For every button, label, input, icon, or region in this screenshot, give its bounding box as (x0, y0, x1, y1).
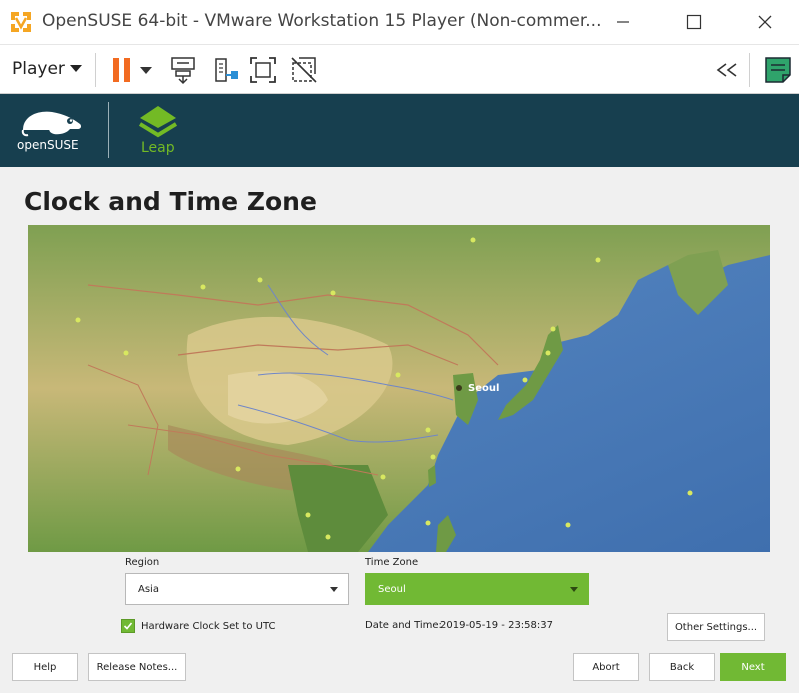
hardware-clock-utc-checkbox[interactable] (121, 619, 135, 633)
hardware-clock-utc-label[interactable]: Hardware Clock Set to UTC (141, 621, 275, 632)
date-time-label: Date and Time: (365, 620, 442, 631)
maximize-icon (686, 14, 702, 30)
leap-wordmark: Leap (141, 140, 175, 156)
page-title: Clock and Time Zone (24, 187, 317, 216)
help-button[interactable]: Help (12, 653, 78, 681)
region-select[interactable]: Asia (125, 573, 349, 605)
toolbar-divider (749, 53, 750, 87)
checkmark-icon (123, 622, 133, 630)
collapse-library-chevron-double-left-icon[interactable] (712, 55, 742, 85)
installer-header: openSUSE Leap (0, 94, 799, 167)
chevron-down-icon (330, 587, 338, 592)
next-button[interactable]: Next (720, 653, 786, 681)
world-map-graphic: Seoul (28, 225, 770, 552)
timezone-map[interactable]: Seoul (28, 225, 770, 552)
region-select-value: Asia (138, 583, 159, 595)
player-menu-label[interactable]: Player (12, 59, 65, 79)
send-ctrl-alt-del-icon[interactable] (168, 55, 198, 85)
unity-mode-icon[interactable] (289, 55, 319, 85)
minimize-button[interactable] (608, 8, 638, 36)
chevron-down-icon (570, 587, 578, 592)
opensuse-chameleon-logo-icon (21, 111, 82, 137)
player-menu-chevron-down-icon[interactable] (70, 65, 82, 72)
timezone-label: Time Zone (365, 557, 419, 568)
removable-devices-icon[interactable] (212, 55, 242, 85)
region-label: Region (125, 557, 160, 568)
timezone-select[interactable]: Seoul (365, 573, 589, 605)
window-titlebar: OpenSUSE 64-bit - VMware Workstation 15 … (0, 0, 799, 44)
header-divider (108, 102, 109, 158)
vmware-toolbar: Player (0, 44, 799, 94)
back-button[interactable]: Back (649, 653, 715, 681)
maximize-button[interactable] (679, 8, 709, 36)
date-time-value: 2019-05-19 - 23:58:37 (440, 620, 553, 631)
installer-content: Clock and Time Zone Seoul Region Asia Ti… (0, 167, 799, 693)
timezone-select-value: Seoul (378, 583, 406, 595)
close-button[interactable] (750, 8, 780, 36)
release-notes-button[interactable]: Release Notes... (88, 653, 186, 681)
window-title: OpenSUSE 64-bit - VMware Workstation 15 … (42, 11, 602, 31)
pause-options-chevron-down-icon[interactable] (138, 55, 154, 85)
toolbar-divider (95, 53, 96, 87)
opensuse-wordmark: openSUSE (17, 138, 79, 152)
message-log-note-icon[interactable] (763, 55, 793, 85)
fullscreen-icon[interactable] (248, 55, 278, 85)
abort-button[interactable]: Abort (573, 653, 639, 681)
map-city-label: Seoul (468, 383, 499, 394)
leap-logo-icon (138, 106, 178, 138)
minimize-icon (617, 21, 629, 23)
vmware-app-icon (11, 12, 31, 32)
other-settings-button[interactable]: Other Settings... (667, 613, 765, 641)
pause-icon[interactable] (108, 55, 138, 85)
close-icon (758, 15, 772, 29)
